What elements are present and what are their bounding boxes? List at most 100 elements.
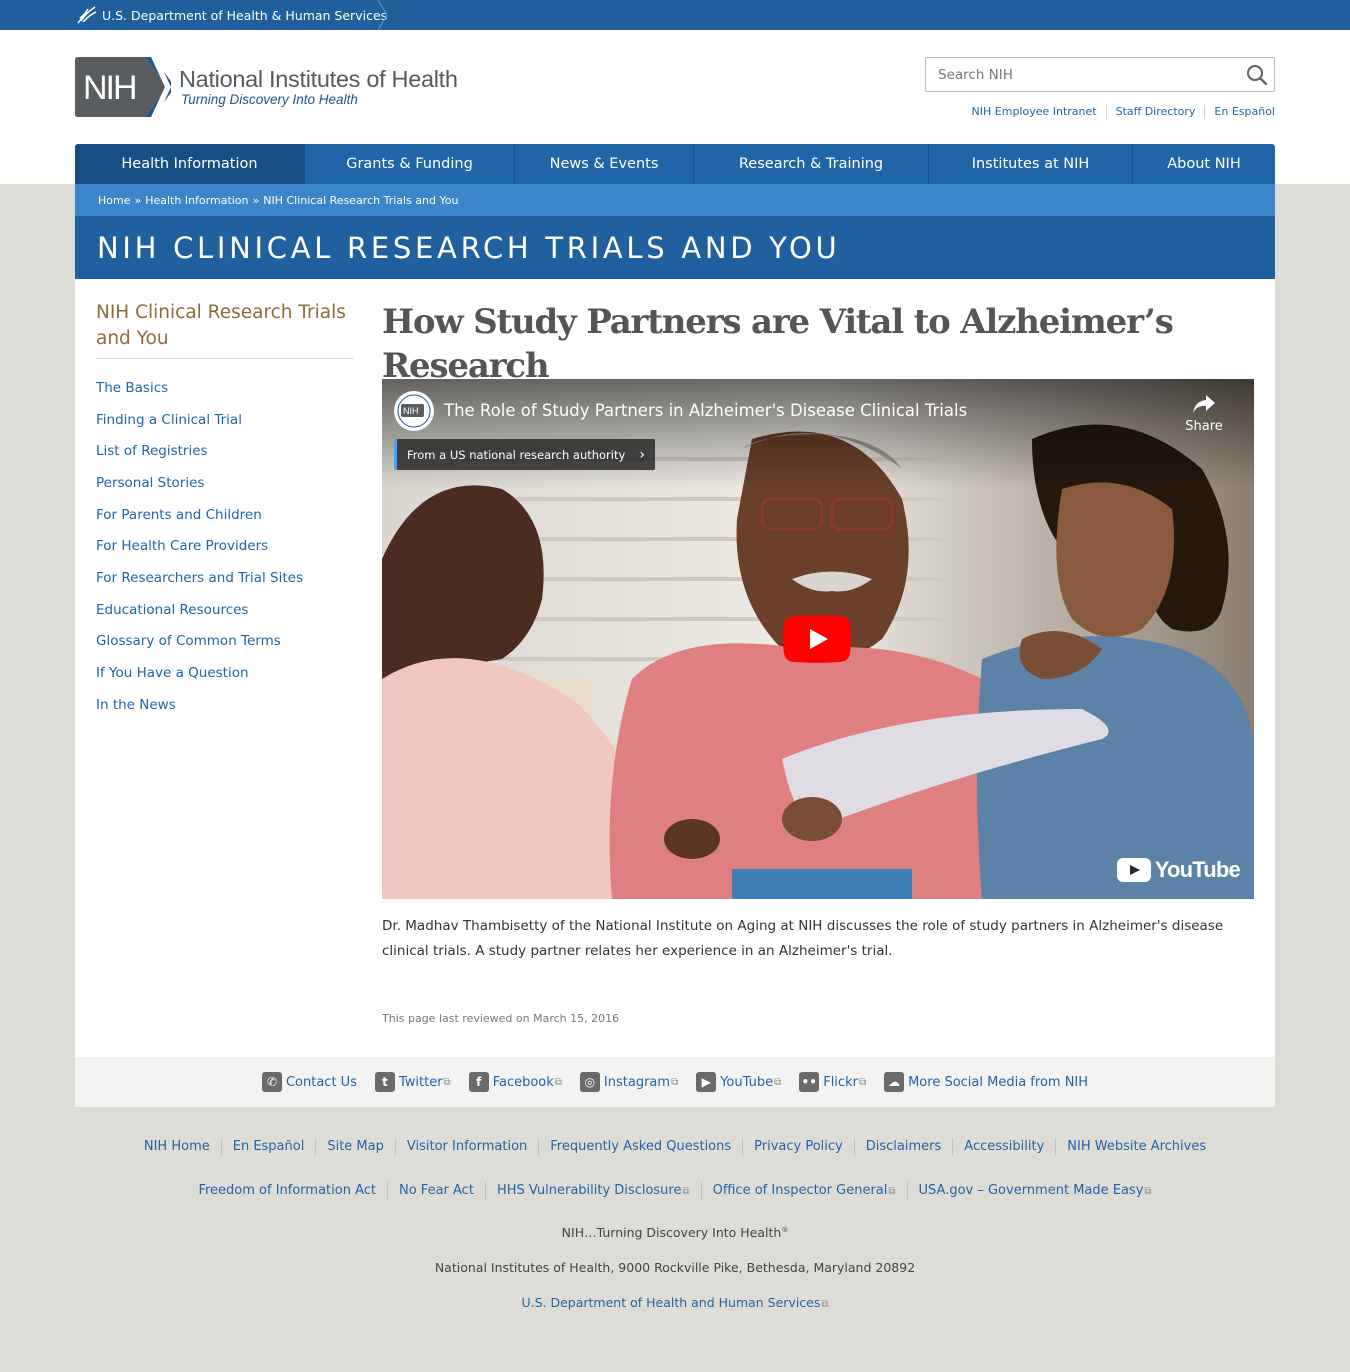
footer-accessibility[interactable]: Accessibility: [952, 1138, 1055, 1156]
external-link-icon: ⧉: [1144, 1186, 1152, 1197]
search-icon[interactable]: [1246, 64, 1268, 86]
play-icon[interactable]: [783, 615, 851, 663]
footer-link-label: USA.gov – Government Made Easy: [918, 1183, 1144, 1198]
hhs-bar: U.S. Department of Health & Human Servic…: [0, 0, 1350, 30]
util-link-espanol[interactable]: En Español: [1204, 105, 1275, 119]
sidebar-item-parents-children[interactable]: For Parents and Children: [96, 507, 262, 523]
share-label: Share: [1185, 419, 1223, 434]
footer-faq[interactable]: Frequently Asked Questions: [538, 1138, 742, 1156]
sidebar-item-news[interactable]: In the News: [96, 697, 176, 713]
logo-title: National Institutes of Health: [179, 66, 458, 92]
sidebar-item: Finding a Clinical Trial: [96, 404, 354, 436]
sidebar-item: If You Have a Question: [96, 657, 354, 689]
footer-site-map[interactable]: Site Map: [315, 1138, 395, 1156]
youtube-logo-icon: [1116, 858, 1151, 882]
phone-icon: ✆: [261, 1072, 282, 1092]
sidebar-item-question[interactable]: If You Have a Question: [96, 665, 249, 681]
footer-links-secondary: Freedom of Information Act No Fear Act H…: [0, 1182, 1350, 1201]
nav-grants-funding[interactable]: Grants & Funding: [304, 144, 514, 184]
info-panel-badge[interactable]: From a US national research authority ›: [394, 439, 655, 470]
breadcrumb-separator: »: [252, 193, 260, 207]
social-twitter[interactable]: t Twitter ⧉: [374, 1072, 451, 1092]
hhs-link[interactable]: U.S. Department of Health & Human Servic…: [75, 0, 387, 30]
facebook-icon: f: [468, 1072, 489, 1092]
sidebar-item: The Basics: [96, 372, 354, 404]
footer-nih-home[interactable]: NIH Home: [133, 1138, 221, 1156]
hhs-label: U.S. Department of Health & Human Servic…: [102, 7, 388, 23]
sidebar-item-registries[interactable]: List of Registries: [96, 443, 208, 459]
external-link-icon: ⧉: [858, 1076, 867, 1088]
nav-research-training[interactable]: Research & Training: [693, 144, 928, 184]
sidebar-title[interactable]: NIH Clinical Research Trials and You: [96, 300, 354, 359]
breadcrumb-health-information[interactable]: Health Information: [145, 194, 248, 207]
share-button[interactable]: Share: [1182, 393, 1226, 434]
social-contact-us[interactable]: ✆ Contact Us: [261, 1072, 357, 1092]
social-youtube[interactable]: ▶ YouTube ⧉: [696, 1072, 781, 1092]
social-flickr[interactable]: •• Flickr ⧉: [799, 1072, 866, 1092]
footer-archives[interactable]: NIH Website Archives: [1055, 1138, 1217, 1156]
sidebar-item-finding-trial[interactable]: Finding a Clinical Trial: [96, 412, 242, 428]
main-content: How Study Partners are Vital to Alzheime…: [382, 300, 1254, 1025]
footer-disclaimers[interactable]: Disclaimers: [853, 1138, 953, 1156]
breadcrumb: Home » Health Information » NIH Clinical…: [75, 184, 1275, 216]
footer-privacy[interactable]: Privacy Policy: [742, 1138, 854, 1156]
util-link-staff-directory[interactable]: Staff Directory: [1105, 105, 1205, 119]
social-label: Instagram: [603, 1074, 671, 1090]
flickr-icon: ••: [799, 1072, 820, 1092]
footer-inspector-general[interactable]: Office of Inspector General⧉: [700, 1182, 907, 1201]
sidebar-item-researchers[interactable]: For Researchers and Trial Sites: [96, 570, 303, 586]
share-icon: [1193, 395, 1215, 413]
sidebar-item-basics[interactable]: The Basics: [96, 380, 168, 396]
instagram-icon: ◎: [579, 1072, 600, 1092]
sidebar-item-providers[interactable]: For Health Care Providers: [96, 538, 268, 554]
channel-avatar[interactable]: NIH: [394, 391, 434, 431]
footer-no-fear[interactable]: No Fear Act: [387, 1182, 485, 1201]
sidebar-item-glossary[interactable]: Glossary of Common Terms: [96, 633, 281, 649]
video-title[interactable]: The Role of Study Partners in Alzheimer'…: [444, 401, 967, 420]
footer-espanol[interactable]: En Español: [220, 1138, 316, 1156]
video-player[interactable]: NIH The Role of Study Partners in Alzhei…: [382, 379, 1254, 899]
sidebar-item-educational[interactable]: Educational Resources: [96, 602, 248, 618]
nih-channel-logo: NIH: [397, 394, 431, 428]
footer-link-label: Office of Inspector General: [712, 1183, 888, 1198]
footer-link-label: HHS Vulnerability Disclosure: [496, 1183, 682, 1198]
footer-usagov[interactable]: USA.gov – Government Made Easy⧉: [906, 1182, 1163, 1201]
nav-about[interactable]: About NIH: [1132, 144, 1275, 184]
channel-avatar-text: NIH: [403, 406, 419, 416]
social-more[interactable]: ☁ More Social Media from NIH: [884, 1072, 1088, 1092]
sidebar-item: For Researchers and Trial Sites: [96, 562, 354, 594]
util-link-intranet[interactable]: NIH Employee Intranet: [963, 105, 1106, 119]
external-link-icon: ⧉: [554, 1076, 562, 1088]
footer-visitor-info[interactable]: Visitor Information: [394, 1138, 538, 1156]
nav-institutes[interactable]: Institutes at NIH: [928, 144, 1132, 184]
twitter-icon: t: [374, 1072, 395, 1092]
page-banner: NIH CLINICAL RESEARCH TRIALS AND YOU: [75, 216, 1275, 279]
external-link-icon: ⧉: [774, 1076, 782, 1088]
social-instagram[interactable]: ◎ Instagram ⧉: [579, 1072, 678, 1092]
nav-health-information[interactable]: Health Information: [75, 144, 304, 184]
nih-logo[interactable]: NIH National Institutes of Health Turnin…: [75, 57, 458, 117]
footer-hhs-link[interactable]: U.S. Department of Health and Human Serv…: [521, 1295, 828, 1310]
social-label: Facebook: [492, 1074, 554, 1090]
sidebar-item: For Health Care Providers: [96, 530, 354, 562]
nav-news-events[interactable]: News & Events: [514, 144, 693, 184]
hhs-eagle-icon: [77, 6, 97, 24]
footer-vulnerability[interactable]: HHS Vulnerability Disclosure⧉: [484, 1182, 701, 1201]
footer-foia[interactable]: Freedom of Information Act: [187, 1182, 387, 1201]
sidebar-item-personal-stories[interactable]: Personal Stories: [96, 475, 204, 491]
sidebar-item: Educational Resources: [96, 594, 354, 626]
sidebar-item: List of Registries: [96, 435, 354, 467]
chat-icon: ☁: [884, 1072, 905, 1092]
sidebar-list: The Basics Finding a Clinical Trial List…: [96, 372, 354, 721]
banner-title: NIH CLINICAL RESEARCH TRIALS AND YOU: [97, 230, 841, 265]
registered-mark: ®: [781, 1225, 789, 1234]
badge-text: From a US national research authority: [407, 447, 626, 462]
youtube-wordmark: YouTube: [1154, 857, 1241, 882]
footer-tagline-text: NIH…Turning Discovery Into Health: [561, 1225, 782, 1240]
youtube-watermark[interactable]: YouTube: [1116, 857, 1241, 883]
search-input[interactable]: [926, 58, 1226, 91]
breadcrumb-current[interactable]: NIH Clinical Research Trials and You: [263, 194, 458, 207]
external-link-icon: ⧉: [821, 1299, 829, 1310]
social-facebook[interactable]: f Facebook ⧉: [468, 1072, 562, 1092]
breadcrumb-home[interactable]: Home: [98, 194, 130, 207]
